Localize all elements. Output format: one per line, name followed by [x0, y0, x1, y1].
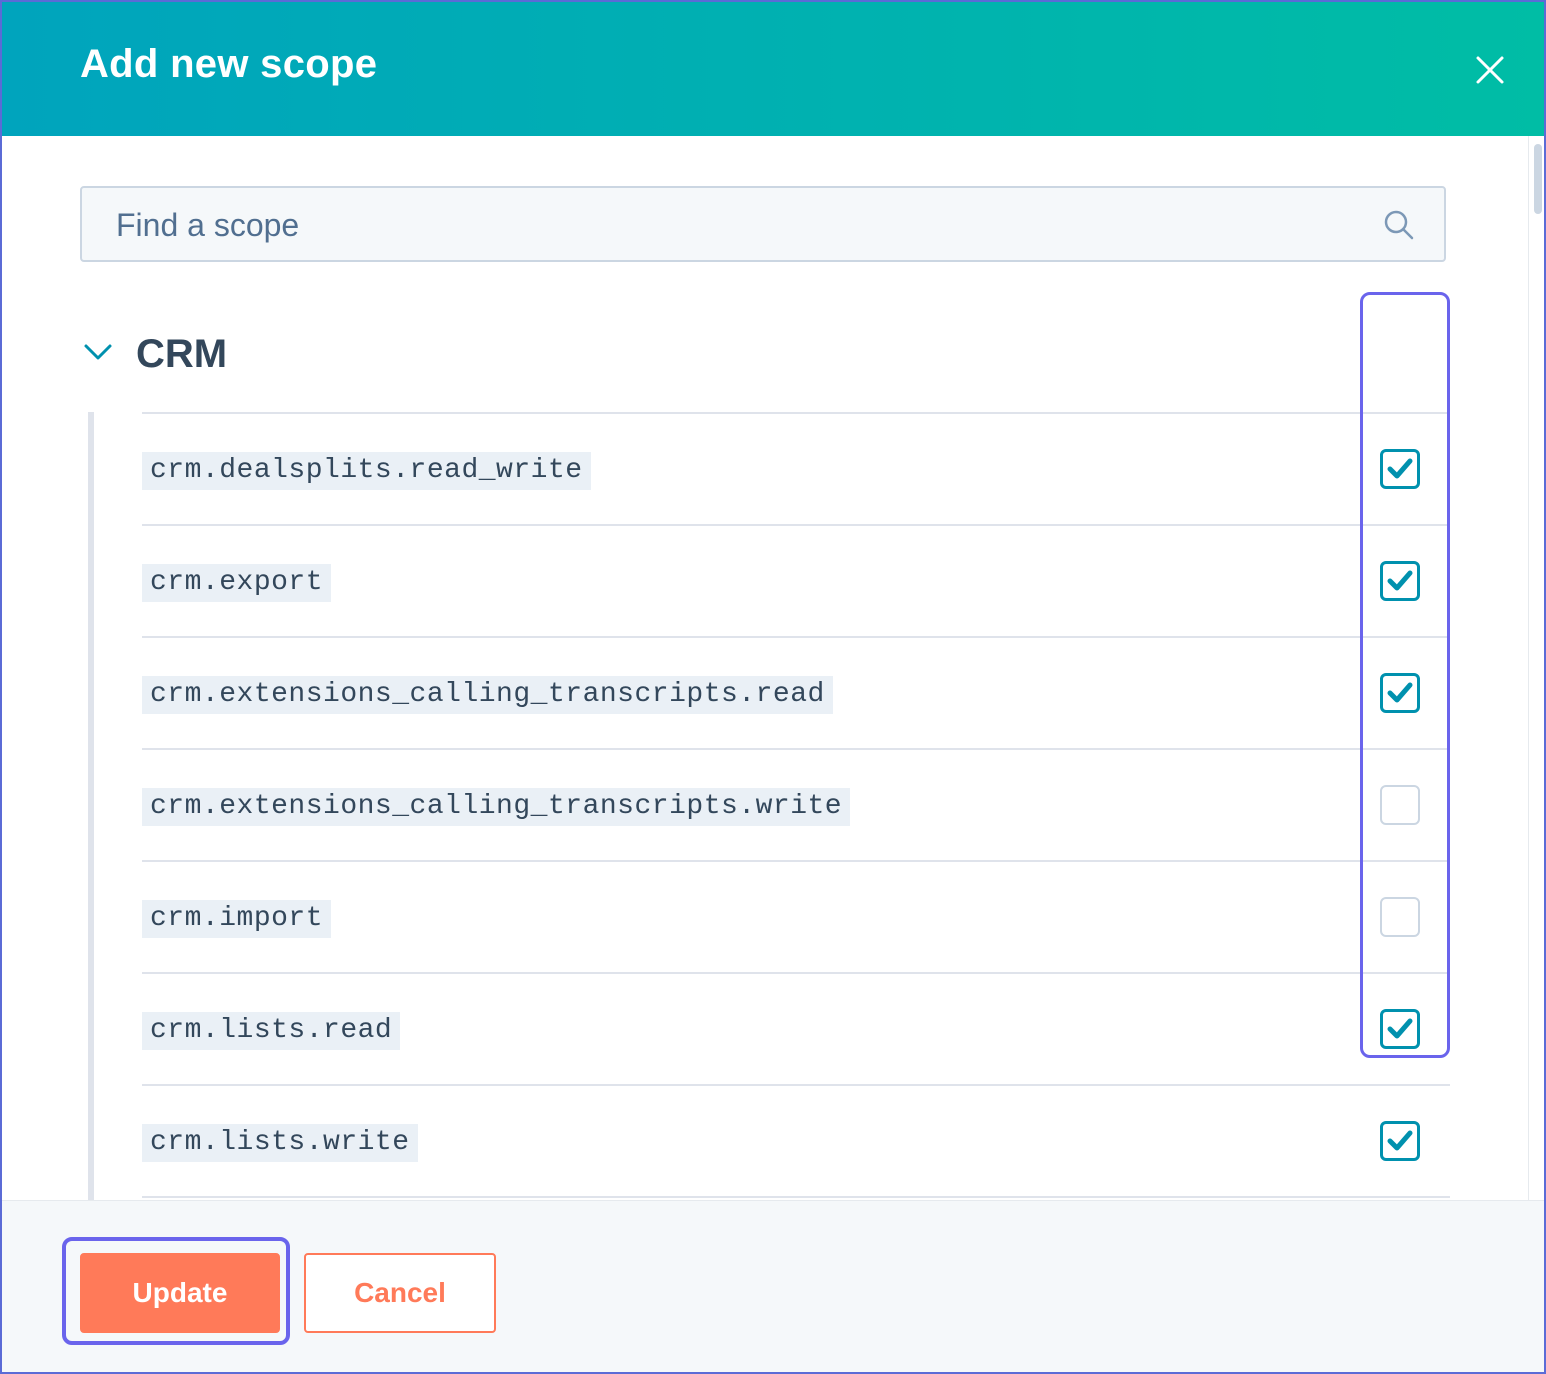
scope-row: crm.lists.read: [142, 974, 1450, 1086]
update-button[interactable]: Update: [80, 1253, 280, 1333]
modal-title: Add new scope: [80, 42, 378, 86]
scope-row: crm.extensions_calling_transcripts.write: [142, 750, 1450, 862]
checkmark-icon: [1387, 1018, 1413, 1039]
close-icon: [1476, 56, 1504, 84]
modal-header: Add new scope: [2, 2, 1544, 136]
scope-checkbox[interactable]: [1380, 449, 1420, 489]
scope-row: crm.lists.write: [142, 1086, 1450, 1198]
scope-name: crm.extensions_calling_transcripts.read: [142, 676, 833, 714]
section-title: CRM: [136, 332, 228, 376]
scope-row: crm.export: [142, 526, 1450, 638]
checkmark-icon: [1387, 1130, 1413, 1151]
scope-name: crm.lists.write: [142, 1124, 418, 1162]
scope-name: crm.export: [142, 564, 332, 602]
scope-search: [80, 186, 1446, 262]
scope-checkbox[interactable]: [1380, 1121, 1420, 1161]
checkmark-icon: [1387, 682, 1413, 703]
scrollbar-thumb[interactable]: [1534, 144, 1542, 214]
scope-checkbox[interactable]: [1380, 897, 1420, 937]
add-scope-modal: Add new scope CRM crm.dealsplits.read_wr…: [0, 0, 1546, 1374]
checkmark-icon: [1387, 570, 1413, 591]
close-button[interactable]: [1470, 50, 1510, 90]
scope-name: crm.import: [142, 900, 332, 938]
scope-checkbox[interactable]: [1380, 673, 1420, 713]
scope-row: crm.import: [142, 862, 1450, 974]
checkmark-icon: [1387, 458, 1413, 479]
scope-row: crm.dealsplits.read_write: [142, 414, 1450, 526]
scope-name: crm.dealsplits.read_write: [142, 452, 591, 490]
cancel-button[interactable]: Cancel: [304, 1253, 496, 1333]
crm-section-toggle[interactable]: [80, 332, 120, 372]
chevron-down-icon: [84, 344, 112, 360]
modal-body: CRM crm.dealsplits.read_writecrm.exportc…: [2, 136, 1528, 1200]
scope-checkbox[interactable]: [1380, 561, 1420, 601]
scope-checkbox[interactable]: [1380, 1009, 1420, 1049]
scope-row: crm.extensions_calling_transcripts.read: [142, 638, 1450, 750]
scope-checkbox[interactable]: [1380, 785, 1420, 825]
scope-name: crm.lists.read: [142, 1012, 401, 1050]
modal-footer: Update Cancel: [2, 1200, 1544, 1372]
scope-name: crm.extensions_calling_transcripts.write: [142, 788, 851, 826]
search-icon[interactable]: [1382, 208, 1416, 242]
scrollbar[interactable]: [1528, 136, 1544, 1200]
search-input[interactable]: [114, 188, 1358, 262]
section-rail: [88, 412, 94, 1200]
scope-list: crm.dealsplits.read_write crm.export crm.e…: [142, 412, 1450, 1198]
